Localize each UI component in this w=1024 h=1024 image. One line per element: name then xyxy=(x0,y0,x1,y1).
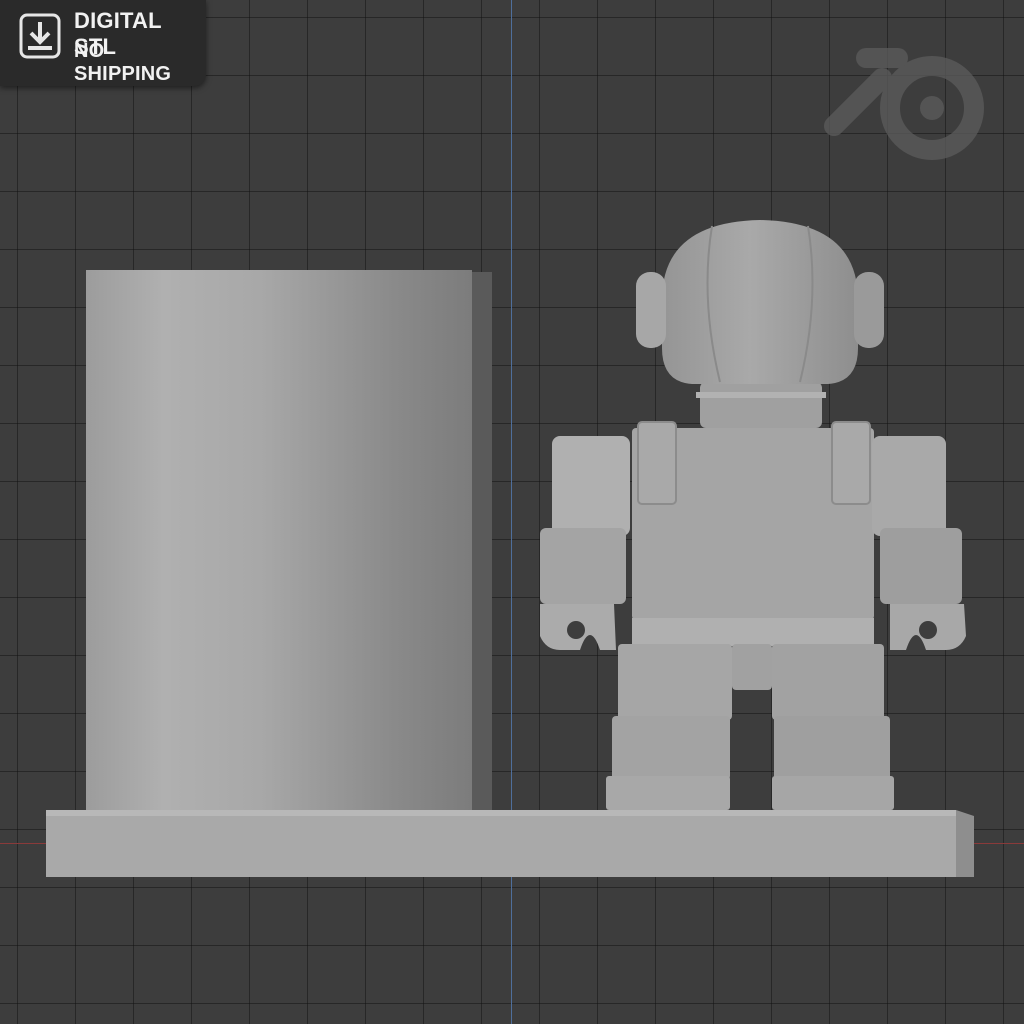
pen-cup-cylinder xyxy=(86,270,492,812)
robot-arm-right xyxy=(872,436,966,650)
robot-leg-right xyxy=(772,644,894,810)
robot-neck xyxy=(700,382,822,428)
viewport-scene[interactable] xyxy=(0,0,1024,1024)
robot-ear-right xyxy=(854,272,884,348)
robot-leg-left xyxy=(606,644,732,810)
robot-head xyxy=(662,220,858,384)
robot-arm-left xyxy=(540,436,630,650)
base-plate xyxy=(46,810,974,877)
robot-figure xyxy=(540,220,966,810)
digital-stl-badge: DIGITAL STL NO SHIPPING xyxy=(0,0,206,86)
robot-ear-left xyxy=(636,272,666,348)
download-icon xyxy=(19,13,61,59)
badge-line-no-shipping: NO SHIPPING xyxy=(74,40,172,85)
